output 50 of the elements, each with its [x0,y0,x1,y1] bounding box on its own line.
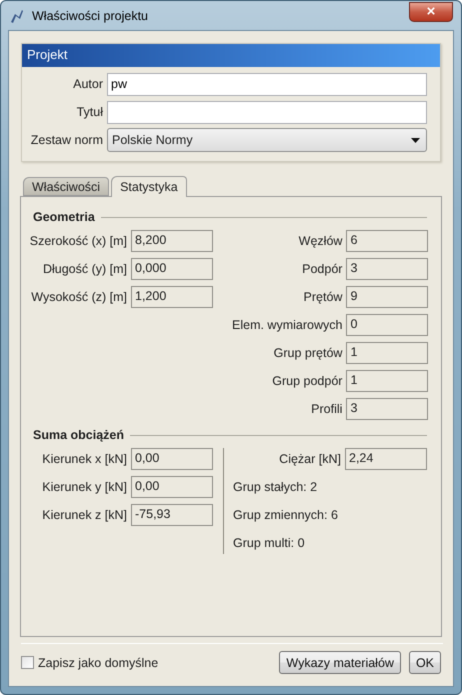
readonly-field: 3 [346,398,428,420]
norm-dropdown[interactable]: Polskie Normy [107,128,427,152]
field-label: Grup podpór [272,374,342,388]
readonly-field: 1 [346,342,428,364]
readonly-field: 8,200 [131,230,213,252]
readonly-field: 1 [346,370,428,392]
field-label: Grup prętów [274,346,342,360]
stat-text: Grup stałych: 2 [233,480,318,494]
field-label: Ciężar [kN] [279,452,341,466]
caret-icon [411,138,420,142]
close-button[interactable]: × [409,2,453,22]
field-label: Podpór [302,262,342,276]
section-title: Geometria [33,210,95,224]
dialog-button[interactable]: Wykazy materiałów [279,651,401,674]
tab[interactable]: Właściwości [23,177,110,196]
input-field[interactable] [107,100,427,124]
app-icon [9,8,25,24]
field-label: Profili [311,402,342,416]
field-label: Zestaw norm [30,133,103,147]
tab[interactable]: Statystyka [111,176,187,197]
panel-header: Projekt [22,44,440,67]
readonly-field: 3 [346,258,428,280]
stat-text: Grup multi: 0 [233,536,305,550]
field-label: Tytuł [76,105,103,119]
readonly-field: 9 [346,286,428,308]
window-title: Właściwości projektu [32,8,150,22]
readonly-field: 6 [346,230,428,252]
field-label: Kierunek z [kN] [42,508,127,522]
field-label: Prętów [304,290,342,304]
readonly-field: 0,00 [131,448,213,470]
field-label: Szerokość (x) [m] [30,234,127,248]
field-label: Autor [72,77,103,91]
dialog-button[interactable]: OK [408,651,441,674]
checkbox[interactable] [21,656,34,669]
stat-text: Grup zmiennych: 6 [233,508,338,522]
field-label: Wysokość (z) [m] [31,290,127,304]
field-label: Elem. wymiarowych [232,318,342,332]
field-label: Węzłów [298,234,342,248]
readonly-field: 0,00 [131,476,213,498]
section-title: Suma obciążeń [33,428,124,442]
checkbox-label: Zapisz jako domyślne [38,656,160,670]
readonly-field: -75,93 [131,504,213,526]
readonly-field: 2,24 [345,448,427,470]
field-label: Kierunek y [kN] [42,480,127,494]
readonly-field: 0,000 [131,258,213,280]
readonly-field: 0 [346,314,428,336]
readonly-field: 1,200 [131,286,213,308]
field-label: Długość (y) [m] [42,262,127,276]
field-label: Kierunek x [kN] [42,452,127,466]
input-field[interactable]: pw [107,72,427,96]
